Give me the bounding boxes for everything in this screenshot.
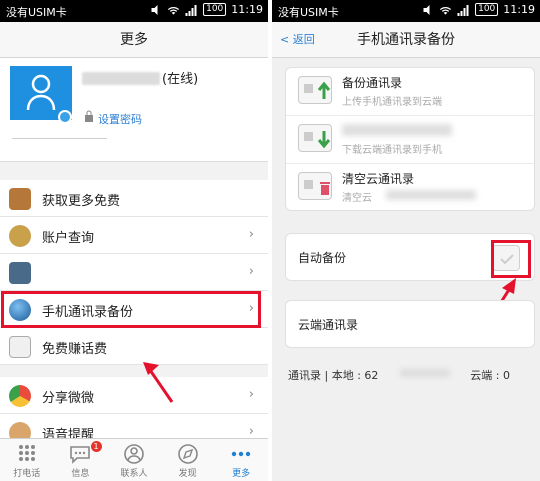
bottom-tab-bar: 打电话 1 信息 联系人 发现 更多 <box>0 438 268 481</box>
chevron-right-icon: › <box>248 264 254 279</box>
auto-backup-label: 自动备份 <box>298 251 347 265</box>
row-subtitle: 下载云端通讯录到手机 <box>342 145 442 156</box>
menu-item-app[interactable]: › <box>0 254 268 291</box>
upload-contact-icon <box>298 76 332 104</box>
redacted-text <box>386 190 476 200</box>
menu-label: 账户查询 <box>42 231 95 246</box>
unread-badge: 1 <box>90 441 102 452</box>
row-title: 清空云通讯录 <box>342 172 415 186</box>
tab-label: 更多 <box>232 469 251 479</box>
chevron-right-icon: › <box>248 227 254 242</box>
menu-label: 免费赚话费 <box>42 342 108 357</box>
highlight-box <box>1 291 261 328</box>
row-title: 备份通讯录 <box>342 76 403 90</box>
backup-actions-card: 备份通讯录 上传手机通讯录到云端 下载云端通讯录到手机 清空云通讯录 清空云 <box>285 67 535 211</box>
tab-label: 联系人 <box>120 469 148 479</box>
chevron-right-icon: › <box>248 387 254 402</box>
wifi-icon <box>168 6 180 15</box>
lock-icon <box>85 110 93 122</box>
cloud-contacts-label: 云端通讯录 <box>298 318 359 332</box>
set-password-link[interactable]: 设置密码 <box>98 111 142 127</box>
cloud-contacts-row[interactable]: 云端通讯录 <box>285 300 535 348</box>
redacted-text <box>400 369 450 377</box>
clock: 11:19 <box>231 3 263 16</box>
page-title: 手机通讯录备份 <box>357 32 455 48</box>
cloud-count: 云端 : 0 <box>470 369 510 382</box>
money-bag-icon <box>9 225 31 247</box>
notepad-icon <box>9 336 31 358</box>
mute-icon <box>151 4 158 15</box>
status-bar: 没有USIM卡 100 11:19 <box>272 0 540 22</box>
online-status: (在线) <box>162 72 199 87</box>
phone-number <box>82 72 160 85</box>
camera-icon[interactable] <box>58 110 72 124</box>
menu-item-share[interactable]: 分享微微 › <box>0 377 268 414</box>
tab-label: 发现 <box>178 469 197 479</box>
tab-contacts[interactable]: 联系人 <box>107 439 161 481</box>
app-icon <box>9 262 31 284</box>
compass-icon <box>177 444 198 464</box>
title-bar: 更多 <box>0 22 268 58</box>
menu-label: 分享微微 <box>42 391 95 406</box>
tab-label: 信息 <box>71 469 90 479</box>
clear-cloud-row[interactable]: 清空云通讯录 清空云 <box>286 164 534 212</box>
dialpad-icon <box>18 445 35 461</box>
user-icon <box>26 74 56 110</box>
signal-icon <box>185 4 197 16</box>
battery-icon: 100 <box>203 3 227 16</box>
more-icon <box>231 451 251 457</box>
contacts-count-footer: 通讯录 | 本地 : 62 云端 : 0 <box>288 367 534 383</box>
trash-contact-icon <box>298 172 332 200</box>
tab-messages[interactable]: 1 信息 <box>54 439 108 481</box>
restore-contacts-row[interactable]: 下载云端通讯录到手机 <box>286 116 534 164</box>
treasure-chest-icon <box>9 188 31 210</box>
tab-dial[interactable]: 打电话 <box>0 439 54 481</box>
page-title: 更多 <box>120 32 148 48</box>
signal-icon <box>457 4 469 16</box>
tab-label: 打电话 <box>13 469 41 479</box>
chevron-right-icon: › <box>248 424 254 439</box>
backup-contacts-row[interactable]: 备份通讯录 上传手机通讯录到云端 <box>286 68 534 116</box>
clock: 11:19 <box>503 3 535 16</box>
share-icon <box>9 385 31 407</box>
profile-card[interactable]: (在线) 设置密码 <box>0 58 268 162</box>
wifi-icon <box>440 6 452 15</box>
status-bar: 没有USIM卡 100 11:19 <box>0 0 268 22</box>
carrier-text: 没有USIM卡 <box>278 6 339 19</box>
menu-item-account[interactable]: 账户查询 › <box>0 217 268 254</box>
section-gap <box>0 365 268 377</box>
title-bar: < 返回 手机通讯录备份 <box>272 22 540 58</box>
menu-item-earn-credit[interactable]: 免费赚话费 <box>0 328 268 365</box>
menu-item-get-free[interactable]: 获取更多免费 <box>0 180 268 217</box>
carrier-text: 没有USIM卡 <box>6 6 67 19</box>
redacted-title <box>342 124 452 136</box>
row-subtitle: 清空云 <box>342 193 372 204</box>
contacts-icon <box>124 444 144 464</box>
download-contact-icon <box>298 124 332 152</box>
battery-icon: 100 <box>475 3 499 16</box>
tab-discover[interactable]: 发现 <box>161 439 215 481</box>
divider <box>12 138 107 139</box>
back-button[interactable]: < 返回 <box>280 22 315 58</box>
highlight-box <box>491 240 531 278</box>
mute-icon <box>423 4 430 15</box>
row-subtitle: 上传手机通讯录到云端 <box>342 97 442 108</box>
arrow-annotation <box>143 362 174 403</box>
local-count: 通讯录 | 本地 : 62 <box>288 369 379 382</box>
more-screen: 没有USIM卡 100 11:19 更多 (在线) 设置密码 获取更多免费 账户… <box>0 0 268 481</box>
message-icon <box>70 446 91 464</box>
menu-label: 获取更多免费 <box>42 194 121 209</box>
tab-more[interactable]: 更多 <box>214 439 268 481</box>
